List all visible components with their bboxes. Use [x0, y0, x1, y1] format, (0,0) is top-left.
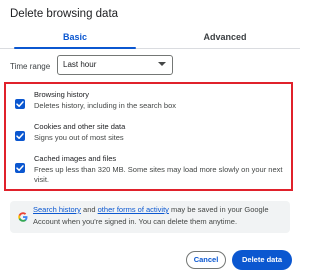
cancel-button[interactable]: Cancel — [186, 251, 226, 269]
search-history-link[interactable]: Search history — [33, 205, 81, 214]
info-text: Search history and other forms of activi… — [33, 204, 283, 228]
checkmark-icon — [16, 133, 24, 139]
google-g-icon — [18, 212, 28, 222]
option-title: Browsing history — [34, 90, 90, 99]
dialog-title: Delete browsing data — [10, 8, 119, 20]
browsing-history-checkbox[interactable] — [15, 99, 25, 109]
time-range-select[interactable]: Last hour — [57, 55, 173, 75]
checkmark-icon — [16, 165, 24, 171]
active-tab-indicator — [14, 47, 136, 49]
tab-basic[interactable]: Basic — [0, 27, 150, 49]
cookies-checkbox[interactable] — [15, 131, 25, 141]
info-and-text: and — [83, 205, 96, 214]
data-types-highlight-box: Browsing history Deletes history, includ… — [4, 82, 293, 191]
checkmark-icon — [16, 101, 24, 107]
other-activity-link[interactable]: other forms of activity — [98, 205, 169, 214]
google-account-info-box: Search history and other forms of activi… — [10, 201, 290, 233]
tab-advanced-label: Advanced — [203, 32, 247, 42]
option-description: Frees up less than 320 MB. Some sites ma… — [34, 165, 283, 184]
option-description: Deletes history, including in the search… — [34, 101, 177, 110]
delete-browsing-data-dialog: Delete browsing data Basic Advanced Time… — [0, 0, 300, 279]
time-range-value: Last hour — [63, 60, 97, 69]
option-title: Cookies and other site data — [34, 122, 126, 131]
option-description: Signs you out of most sites — [34, 133, 124, 142]
time-range-label: Time range — [10, 62, 51, 71]
delete-data-button[interactable]: Delete data — [232, 250, 292, 270]
option-title: Cached images and files — [34, 154, 117, 163]
tab-advanced[interactable]: Advanced — [150, 27, 300, 48]
tab-bar: Basic Advanced — [0, 27, 300, 49]
tab-basic-label: Basic — [62, 32, 88, 42]
cached-images-checkbox[interactable] — [15, 163, 25, 173]
caret-down-icon — [158, 62, 166, 66]
